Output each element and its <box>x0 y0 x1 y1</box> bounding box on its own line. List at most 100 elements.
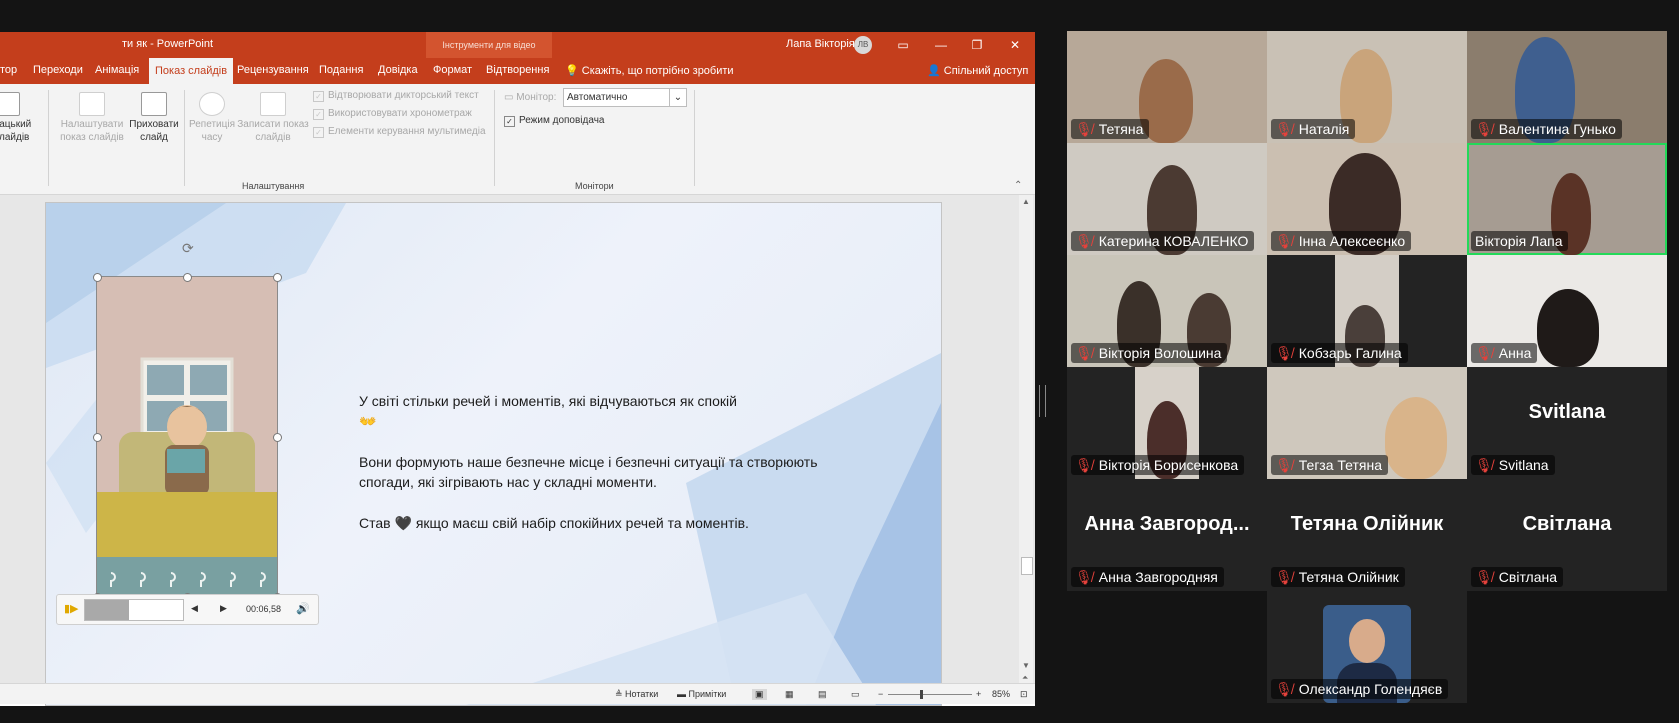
resize-handle[interactable] <box>273 433 282 442</box>
seek-bar-fill <box>85 600 130 620</box>
normal-view-icon[interactable]: ▣ <box>752 689 767 700</box>
participant-name: Тегза Тетяна <box>1298 457 1382 473</box>
person-icon: 👤 <box>927 65 941 77</box>
custom-slide-show-button[interactable]: вацький слайдів <box>0 92 44 144</box>
resize-handle[interactable] <box>273 273 282 282</box>
play-icon[interactable]: ▮▶ <box>64 602 79 615</box>
participant-tile[interactable]: 🎙︎̸ Катерина КОВАЛЕНКО <box>1067 143 1267 255</box>
record-label: Записати показ слайдів <box>237 119 309 143</box>
set-up-slide-show-button[interactable]: Налаштувати показ слайдів <box>54 92 130 144</box>
active-speaker-tile[interactable]: Вікторія Лапа <box>1467 143 1667 255</box>
muted-mic-icon: 🎙︎̸ <box>1275 121 1293 137</box>
volume-icon[interactable]: 🔊 <box>296 602 310 615</box>
monitor-select-value: Автоматично <box>567 92 628 103</box>
video-frame[interactable] <box>96 276 278 598</box>
participant-name: Анна <box>1498 345 1532 361</box>
participant-tile[interactable]: 🎙︎̸ Кобзарь Галина <box>1267 255 1467 367</box>
share-label: Спільний доступ <box>943 65 1029 77</box>
participant-tile[interactable]: Анна Завгород... 🎙︎̸ Анна Завгородняя <box>1067 479 1267 591</box>
fit-to-window-icon[interactable]: ⊡ <box>1020 689 1028 700</box>
participant-name: Наталія <box>1298 121 1350 137</box>
ribbon-panel: вацький слайдів Налаштувати показ слайді… <box>0 84 1035 195</box>
slide-paragraph-2: Вони формують наше безпечне місце і безп… <box>359 454 818 490</box>
resize-handle[interactable] <box>183 273 192 282</box>
minimize-icon[interactable]: — <box>930 35 952 55</box>
participant-tile[interactable]: 🎙︎̸ Інна Алексеєнко <box>1267 143 1467 255</box>
record-slide-show-button[interactable]: Записати показ слайдів <box>236 92 310 144</box>
tab-animations[interactable]: Анімація <box>95 64 139 76</box>
participant-tile[interactable]: 🎙︎̸ Тетяна <box>1067 31 1267 143</box>
slide-show-icon[interactable]: ▭ <box>851 689 860 700</box>
tab-help[interactable]: Довідка <box>378 64 418 76</box>
scroll-up-icon[interactable]: ▲ <box>1022 197 1030 206</box>
participant-tile[interactable]: Світлана 🎙︎̸ Світлана <box>1467 479 1667 591</box>
play-narrations-checkbox[interactable]: ✓ Відтворювати дикторський текст <box>313 90 479 102</box>
tab-transitions[interactable]: Переходи <box>33 64 83 76</box>
zoom-slider-thumb[interactable] <box>920 690 923 699</box>
participant-name: Світлана <box>1498 569 1558 585</box>
participant-tile[interactable]: 🎙︎̸ Наталія <box>1267 31 1467 143</box>
media-controls-checkbox[interactable]: ✓ Елементи керування мультимедіа <box>313 126 486 138</box>
muted-mic-icon: 🎙︎̸ <box>1475 121 1493 137</box>
media-controls-label: Елементи керування мультимедіа <box>328 126 486 137</box>
seek-bar[interactable] <box>84 599 184 621</box>
rotate-handle-icon[interactable]: ⟳ <box>182 240 194 257</box>
tell-me-search[interactable]: 💡 Скажіть, що потрібно зробити <box>565 64 734 77</box>
hide-slide-button[interactable]: Приховати слайд <box>126 92 182 144</box>
user-name[interactable]: Лапа Вікторія <box>786 38 855 50</box>
tab-review[interactable]: Рецензування <box>237 64 309 76</box>
video-player-controls: ▮▶ ◀ ▶ 00:06,58 🔊 <box>56 594 319 625</box>
notes-button[interactable]: ≜ Нотатки <box>615 689 658 700</box>
slide-sorter-icon[interactable]: ▦ <box>785 689 794 700</box>
muted-mic-icon: 🎙︎̸ <box>1075 345 1093 361</box>
slide-canvas[interactable]: ⟳ ▮▶ ◀ ▶ 00:06,58 🔊 У світі стільки рече… <box>45 202 942 706</box>
close-icon[interactable]: ✕ <box>1004 35 1026 55</box>
participant-tile[interactable]: 🎙︎̸ Олександр Голендяєв <box>1267 591 1467 703</box>
tab-playback[interactable]: Відтворення <box>486 64 549 76</box>
restore-icon[interactable]: ❐ <box>966 35 988 55</box>
collapse-ribbon-icon[interactable]: ⌃ <box>1014 180 1022 191</box>
use-timings-checkbox[interactable]: ✓ Використовувати хронометраж <box>313 108 472 120</box>
monitor-row: ▭ Монітор: <box>504 92 556 103</box>
chevron-down-icon[interactable]: ⌄ <box>669 89 686 106</box>
comments-label: Примітки <box>688 689 727 699</box>
resize-handle[interactable] <box>93 433 102 442</box>
zoom-slider[interactable] <box>888 690 972 699</box>
zoom-level[interactable]: 85% <box>992 689 1010 699</box>
reading-view-icon[interactable]: ▤ <box>818 689 827 700</box>
scrollbar-thumb[interactable] <box>1021 557 1033 575</box>
step-forward-icon[interactable]: ▶ <box>220 603 227 614</box>
tab-format[interactable]: Формат <box>433 64 472 76</box>
custom-show-icon <box>0 92 20 116</box>
ribbon-display-options-icon[interactable]: ▭ <box>892 35 914 55</box>
slide-text-box[interactable]: У світі стільки речей і моментів, які ві… <box>359 391 829 554</box>
monitor-select[interactable]: Автоматично ⌄ <box>563 88 687 107</box>
step-back-icon[interactable]: ◀ <box>191 603 198 614</box>
user-avatar[interactable]: ЛВ <box>854 36 872 54</box>
tab-view[interactable]: Подання <box>319 64 363 76</box>
participant-tile[interactable]: 🎙︎̸ Валентина Гунько <box>1467 31 1667 143</box>
share-button[interactable]: 👤 Спільний доступ <box>927 64 1028 77</box>
rehearse-timings-button[interactable]: Репетиція часу <box>186 92 238 144</box>
pane-splitter-handle[interactable] <box>1039 385 1046 417</box>
participant-name-tag: 🎙︎̸ Анна Завгородняя <box>1071 567 1224 587</box>
participant-name-tag: 🎙︎̸ Svitlana <box>1471 455 1555 475</box>
previous-slide-icon[interactable]: ⏶ <box>1022 673 1028 683</box>
group-monitors-label: Монітори <box>575 181 614 191</box>
participant-tile[interactable]: 🎙︎̸ Вікторія Борисенкова <box>1067 367 1267 479</box>
participant-tile[interactable]: 🎙︎̸ Вікторія Волошина <box>1067 255 1267 367</box>
tab-slide-show[interactable]: Показ слайдів <box>149 58 234 84</box>
resize-handle[interactable] <box>93 273 102 282</box>
scroll-down-icon[interactable]: ▼ <box>1022 661 1030 670</box>
vertical-scrollbar[interactable]: ▲ ▼ ⏶ <box>1019 195 1033 683</box>
participant-tile[interactable]: 🎙︎̸ Анна <box>1467 255 1667 367</box>
participant-tile[interactable]: Svitlana 🎙︎̸ Svitlana <box>1467 367 1667 479</box>
tab-insert-partial[interactable]: тор <box>0 64 17 76</box>
use-timings-label: Використовувати хронометраж <box>328 108 472 119</box>
participant-tile[interactable]: 🎙︎̸ Тегза Тетяна <box>1267 367 1467 479</box>
comments-button[interactable]: ▬ Примітки <box>677 689 726 699</box>
participant-tile[interactable]: Тетяна Олійник 🎙︎̸ Тетяна Олійник <box>1267 479 1467 591</box>
zoom-out-icon[interactable]: − <box>878 689 883 699</box>
zoom-in-icon[interactable]: + <box>976 689 981 699</box>
presenter-view-checkbox[interactable]: ✓ Режим доповідача <box>504 115 604 127</box>
